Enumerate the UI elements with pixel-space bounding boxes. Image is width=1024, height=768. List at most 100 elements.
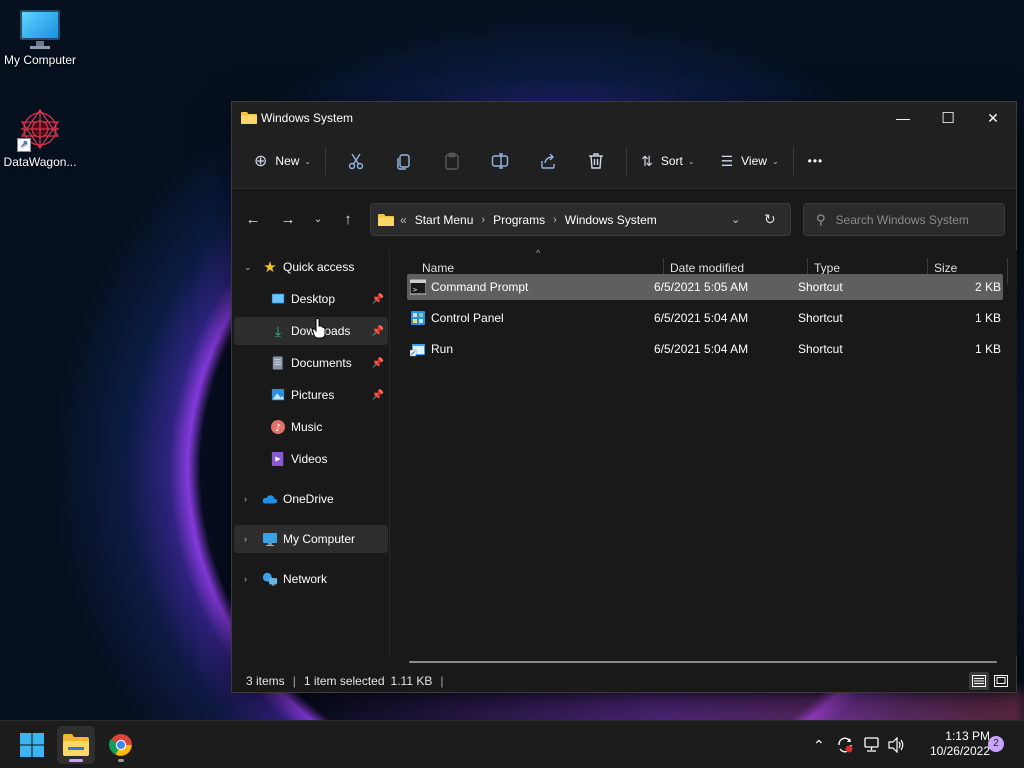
clock-time: 1:13 PM — [945, 729, 990, 743]
pin-icon[interactable]: 📌 — [372, 326, 384, 337]
rename-button[interactable] — [476, 144, 524, 178]
nav-label: Videos — [291, 452, 328, 466]
address-history-chevron-icon[interactable]: ⌄ — [731, 213, 740, 226]
nav-documents[interactable]: Documents 📌 — [234, 349, 388, 377]
file-type: Shortcut — [798, 311, 843, 325]
desktop-icon-label: My Computer — [3, 53, 77, 67]
nav-downloads[interactable]: ⤓ Downloads 📌 — [234, 317, 388, 345]
maximize-button[interactable]: ☐ — [925, 102, 971, 134]
taskbar-file-explorer[interactable] — [57, 726, 95, 764]
chevron-down-icon[interactable]: ⌄ — [244, 262, 252, 273]
cut-button[interactable] — [332, 144, 380, 178]
desktop-icon-my-computer[interactable]: My Computer — [0, 10, 80, 67]
start-button[interactable] — [13, 726, 51, 764]
run-icon — [409, 341, 426, 357]
table-row[interactable]: Control Panel 6/5/2021 5:04 AM Shortcut … — [407, 305, 1003, 331]
download-icon: ⤓ — [274, 322, 282, 339]
command-bar: ⊕ New ⌄ ⇅ Sort ⌄ ☰ View ⌄ ••• — [232, 134, 1016, 189]
new-button[interactable]: ⊕ New ⌄ — [246, 144, 319, 178]
file-type: Shortcut — [798, 342, 843, 356]
nav-quick-access[interactable]: ⌄ ★ Quick access — [234, 253, 388, 281]
chevron-right-icon[interactable]: › — [481, 214, 485, 226]
chevron-down-icon: ⌄ — [687, 156, 695, 166]
address-bar[interactable]: « Start Menu › Programs › Windows System… — [370, 203, 791, 236]
volume-icon[interactable] — [888, 721, 906, 768]
file-date: 6/5/2021 5:04 AM — [654, 311, 749, 325]
table-row[interactable]: Run 6/5/2021 5:04 AM Shortcut 1 KB — [407, 336, 1003, 362]
nav-onedrive[interactable]: › OneDrive — [234, 485, 388, 513]
share-button[interactable] — [524, 144, 572, 178]
nav-label: Desktop — [291, 292, 336, 306]
title-bar[interactable]: Windows System — ☐ ✕ — [232, 102, 1016, 134]
nav-videos[interactable]: Videos — [234, 445, 388, 473]
file-explorer-icon — [63, 734, 89, 756]
notification-badge[interactable]: 2 — [988, 736, 1004, 752]
chevron-right-icon[interactable]: › — [553, 214, 557, 226]
copy-icon — [397, 154, 410, 170]
nav-pictures[interactable]: Pictures 📌 — [234, 381, 388, 409]
running-indicator — [69, 759, 83, 762]
pin-icon[interactable]: 📌 — [372, 390, 384, 401]
chevron-right-icon[interactable]: › — [244, 534, 247, 544]
table-row[interactable]: >_ Command Prompt 6/5/2021 5:05 AM Short… — [407, 274, 1003, 300]
pin-icon[interactable]: 📌 — [372, 358, 384, 369]
nav-label: OneDrive — [283, 492, 334, 506]
breadcrumb-overflow[interactable]: « — [400, 213, 407, 227]
network-status-icon[interactable] — [863, 721, 881, 768]
recent-locations-chevron-icon[interactable]: ⌄ — [306, 207, 330, 231]
forward-arrow-icon[interactable]: → — [276, 207, 300, 231]
clipboard-icon — [445, 152, 459, 170]
close-button[interactable]: ✕ — [970, 102, 1016, 134]
horizontal-scrollbar[interactable] — [409, 661, 997, 663]
nav-desktop[interactable]: Desktop 📌 — [234, 285, 388, 313]
copy-button[interactable] — [380, 144, 428, 178]
up-arrow-icon[interactable]: ↑ — [336, 207, 360, 231]
breadcrumb-start-menu[interactable]: Start Menu — [415, 213, 474, 227]
delete-button[interactable] — [572, 144, 620, 178]
back-arrow-icon[interactable]: ← — [241, 207, 265, 231]
hand-cursor-icon — [312, 318, 326, 339]
nav-network[interactable]: › Network — [234, 565, 388, 593]
breadcrumb-windows-system[interactable]: Windows System — [565, 213, 657, 227]
minimize-button[interactable]: — — [880, 102, 926, 134]
file-type: Shortcut — [798, 280, 843, 294]
shortcut-arrow-icon: ↗ — [17, 138, 31, 152]
view-label: View — [741, 154, 767, 168]
view-button[interactable]: ☰ View ⌄ — [713, 144, 787, 178]
navigation-bar: ← → ⌄ ↑ « Start Menu › Programs › Window… — [232, 189, 1016, 249]
nav-label: Pictures — [291, 388, 335, 402]
more-options-button[interactable]: ••• — [800, 144, 832, 178]
show-hidden-icons-chevron-icon[interactable]: ⌃ — [813, 721, 825, 768]
file-rows: >_ Command Prompt 6/5/2021 5:05 AM Short… — [391, 250, 1017, 663]
monitor-icon — [18, 10, 62, 50]
file-date: 6/5/2021 5:04 AM — [654, 342, 749, 356]
breadcrumb-programs[interactable]: Programs — [493, 213, 545, 227]
chevron-right-icon[interactable]: › — [244, 574, 247, 584]
paste-button[interactable] — [428, 144, 476, 178]
navigation-pane: ⌄ ★ Quick access Desktop 📌 ⤓ Downloads 📌… — [232, 250, 390, 656]
nav-label: Music — [291, 420, 323, 434]
windows-logo-icon — [20, 733, 44, 757]
share-icon — [541, 153, 555, 169]
large-icons-view-toggle[interactable] — [991, 672, 1011, 690]
chevron-right-icon[interactable]: › — [244, 494, 247, 504]
file-explorer-window: Windows System — ☐ ✕ ⊕ New ⌄ ⇅ Sort ⌄ ☰ … — [231, 101, 1017, 693]
search-input[interactable]: ⚲ Search Windows System — [803, 203, 1005, 236]
nav-music[interactable]: ♪ Music — [234, 413, 388, 441]
system-clock[interactable]: 1:13 PM 10/26/2022 — [910, 729, 990, 759]
details-view-toggle[interactable] — [969, 672, 989, 690]
separator — [325, 147, 327, 175]
pin-icon[interactable]: 📌 — [372, 294, 384, 305]
cloud-icon — [262, 491, 278, 507]
sync-status-icon[interactable] — [836, 721, 854, 768]
desktop-icon-datawagon[interactable]: ↗ DataWagon... — [0, 106, 80, 169]
separator — [626, 147, 628, 175]
nav-my-computer[interactable]: › My Computer — [234, 525, 388, 553]
file-size: 1 KB — [974, 311, 1001, 325]
taskbar-chrome[interactable] — [102, 726, 140, 764]
nav-label: My Computer — [283, 532, 356, 546]
refresh-icon[interactable]: ↻ — [764, 211, 776, 228]
file-name: Command Prompt — [431, 280, 529, 294]
sort-button[interactable]: ⇅ Sort ⌄ — [633, 144, 702, 178]
status-size: 1.11 KB — [390, 674, 433, 688]
